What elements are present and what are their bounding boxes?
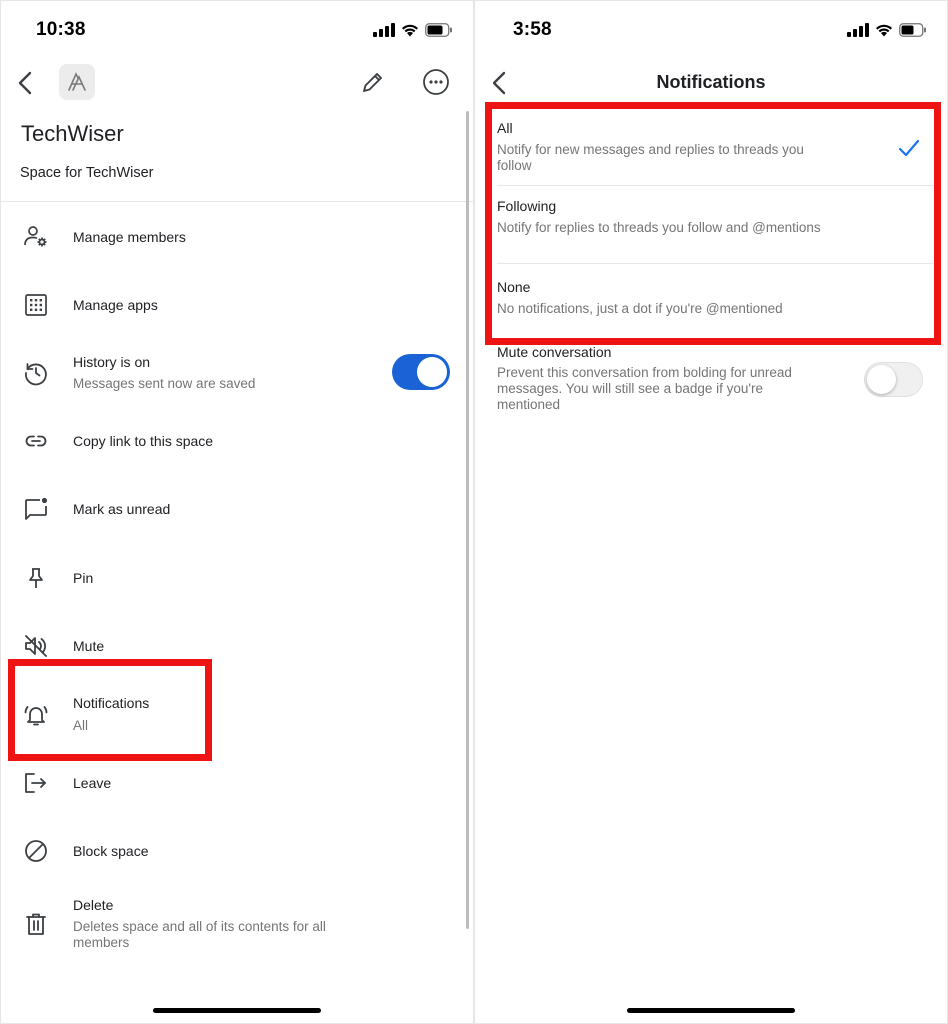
menu-item-copy-link[interactable]: Copy link to this space (1, 415, 463, 467)
space-settings-screen: 10:38 TechWiser Space for TechWiser Mana… (1, 1, 473, 1023)
wifi-icon (876, 24, 892, 37)
trash-icon (23, 911, 49, 937)
space-description: Space for TechWiser (20, 165, 154, 181)
status-icons (847, 23, 927, 37)
menu-label: Pin (73, 570, 94, 586)
apps-grid-icon (23, 292, 49, 318)
header-divider (1, 201, 473, 202)
menu-item-mark-unread[interactable]: Mark as unread (1, 483, 463, 535)
cellular-signal-icon (847, 23, 869, 37)
toggle-knob (867, 365, 896, 394)
mark-unread-icon (23, 496, 49, 522)
pin-icon (23, 565, 49, 591)
menu-item-leave[interactable]: Leave (1, 757, 463, 809)
menu-label: Mute (73, 638, 105, 654)
battery-icon (899, 23, 926, 37)
back-button[interactable] (13, 69, 37, 97)
history-toggle[interactable] (392, 354, 450, 390)
scrollbar[interactable] (466, 111, 469, 929)
space-avatar (59, 64, 95, 100)
space-name: TechWiser (21, 121, 124, 146)
highlight-box (8, 659, 212, 761)
menu-label: Delete (73, 897, 114, 913)
cellular-signal-icon (373, 23, 395, 37)
menu-sublabel: Messages sent now are saved (73, 376, 256, 391)
volume-off-icon (23, 633, 49, 659)
leave-icon (23, 770, 49, 796)
toggle-knob (417, 357, 447, 387)
manage-members-icon (23, 224, 49, 250)
menu-label: Manage members (73, 229, 186, 245)
menu-item-block-space[interactable]: Block space (1, 825, 463, 877)
history-icon (23, 360, 49, 386)
chevron-left-icon (18, 71, 32, 95)
more-options-button[interactable] (422, 68, 450, 96)
home-indicator (153, 1008, 321, 1013)
menu-sublabel: Deletes space and all of its contents fo… (73, 919, 326, 950)
menu-label: Leave (73, 775, 112, 791)
menu-label: Block space (73, 843, 149, 859)
status-bar: 10:38 (1, 1, 473, 61)
battery-icon (425, 23, 452, 37)
home-indicator (627, 1008, 795, 1013)
wifi-icon (402, 24, 418, 37)
menu-item-manage-apps[interactable]: Manage apps (1, 279, 463, 331)
highlight-box (485, 102, 941, 345)
status-time: 3:58 (513, 19, 552, 40)
page-title: Notifications (656, 72, 766, 92)
mute-conversation-toggle[interactable] (864, 362, 923, 397)
status-time: 10:38 (36, 19, 86, 40)
menu-item-pin[interactable]: Pin (1, 552, 463, 604)
menu-label: History is on (73, 354, 151, 370)
status-bar: 3:58 (475, 1, 947, 61)
menu-item-delete[interactable]: Delete Deletes space and all of its cont… (1, 889, 463, 959)
techwiser-logo-icon (68, 72, 86, 91)
status-icons (373, 23, 453, 37)
notifications-screen: 3:58 Notifications All Notify for new me… (475, 1, 947, 1023)
edit-button[interactable] (360, 69, 386, 95)
menu-label: Manage apps (73, 297, 158, 313)
block-icon (23, 838, 49, 864)
menu-label: Copy link to this space (73, 433, 214, 449)
menu-item-manage-members[interactable]: Manage members (1, 211, 463, 263)
menu-label: Mark as unread (73, 501, 171, 517)
pencil-icon (363, 73, 382, 92)
link-icon (23, 428, 49, 454)
more-horizontal-icon (423, 69, 449, 95)
mute-conversation-description: Prevent this conversation from bolding f… (497, 365, 792, 412)
mute-conversation-label: Mute conversation (497, 344, 612, 360)
